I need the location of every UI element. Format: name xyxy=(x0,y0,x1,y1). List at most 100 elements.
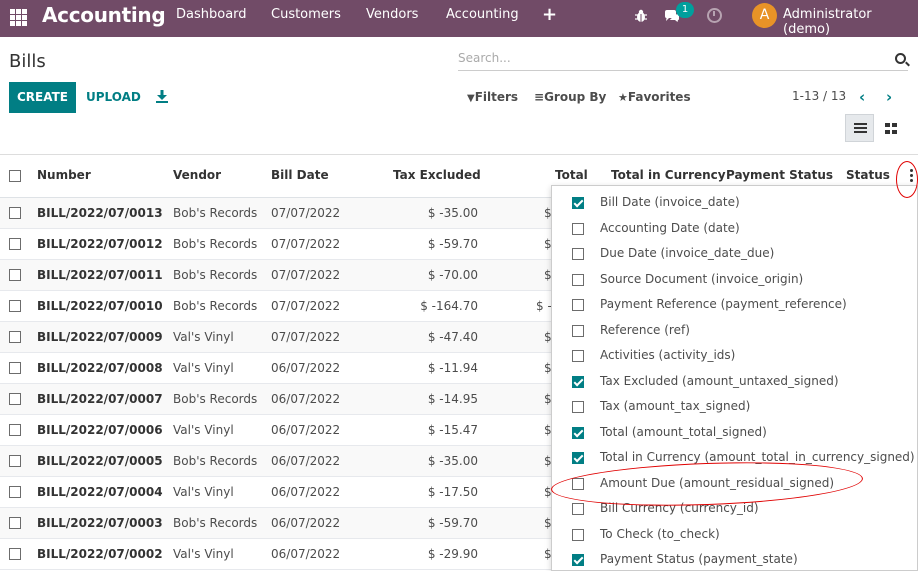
cell-vendor: Val's Vinyl xyxy=(173,547,234,561)
optional-column-checkbox[interactable] xyxy=(572,401,584,413)
row-checkbox[interactable] xyxy=(9,424,21,436)
cell-tax-excluded: $ -59.70 xyxy=(427,516,478,530)
menu-vendors[interactable]: Vendors xyxy=(366,7,418,22)
list-view-button[interactable] xyxy=(845,114,874,142)
header-total[interactable]: Total xyxy=(555,168,588,182)
cell-bill-date: 06/07/2022 xyxy=(271,361,341,375)
row-checkbox[interactable] xyxy=(9,269,21,281)
cell-tax-excluded: $ -59.70 xyxy=(427,237,478,251)
cell-number: BILL/2022/07/0004 xyxy=(37,485,163,499)
groupby-label: Group By xyxy=(544,90,607,104)
favorites-toggle[interactable]: ★Favorites xyxy=(618,90,691,104)
row-checkbox[interactable] xyxy=(9,548,21,560)
filters-label: Filters xyxy=(474,90,519,104)
bug-icon[interactable] xyxy=(634,9,648,23)
row-checkbox[interactable] xyxy=(9,331,21,343)
optional-column-item[interactable]: Total (amount_total_signed) xyxy=(552,421,917,446)
menu-customers[interactable]: Customers xyxy=(271,7,341,22)
header-status[interactable]: Status xyxy=(846,168,890,182)
plus-icon[interactable]: + xyxy=(542,4,557,25)
cell-tax-excluded: $ -70.00 xyxy=(427,268,478,282)
page-title: Bills xyxy=(9,51,46,72)
optional-column-label: Total (amount_total_signed) xyxy=(600,424,767,439)
optional-column-label: Payment Reference (payment_reference) xyxy=(600,297,847,311)
cell-vendor: Val's Vinyl xyxy=(173,423,234,437)
search-icon[interactable] xyxy=(895,53,906,64)
optional-column-checkbox[interactable] xyxy=(572,324,584,337)
row-checkbox[interactable] xyxy=(9,362,21,374)
row-checkbox[interactable] xyxy=(9,238,21,250)
row-checkbox[interactable] xyxy=(9,455,21,467)
avatar[interactable]: A xyxy=(752,3,777,28)
optional-column-checkbox[interactable] xyxy=(572,503,584,515)
optional-column-item[interactable]: To Check (to_check) xyxy=(552,523,917,548)
cell-vendor: Bob's Records xyxy=(173,268,258,282)
row-checkbox[interactable] xyxy=(9,486,21,498)
optional-column-checkbox[interactable] xyxy=(572,528,584,541)
cell-number: BILL/2022/07/0002 xyxy=(37,547,163,561)
header-number[interactable]: Number xyxy=(37,168,91,182)
header-tax-excluded[interactable]: Tax Excluded xyxy=(393,168,481,182)
pager-value[interactable]: 1-13 / 13 xyxy=(792,89,846,103)
cell-vendor: Val's Vinyl xyxy=(173,485,234,499)
optional-column-checkbox[interactable] xyxy=(572,197,584,209)
optional-column-checkbox[interactable] xyxy=(572,248,584,260)
favorites-label: Favorites xyxy=(627,90,691,104)
search-input[interactable] xyxy=(458,49,878,67)
kanban-view-button[interactable] xyxy=(876,114,905,142)
cell-tax-excluded: $ -11.94 xyxy=(427,361,478,375)
optional-column-item[interactable]: Accounting Date (date) xyxy=(552,217,917,242)
kanban-icon xyxy=(885,123,897,134)
apps-menu-icon[interactable] xyxy=(10,9,27,26)
optional-column-item[interactable]: Due Date (invoice_date_due) xyxy=(552,242,917,267)
row-checkbox[interactable] xyxy=(9,517,21,529)
create-button[interactable]: CREATE xyxy=(9,82,76,113)
row-checkbox[interactable] xyxy=(9,300,21,312)
cell-tax-excluded: $ -14.95 xyxy=(427,392,478,406)
optional-column-item[interactable]: Payment Reference (payment_reference) xyxy=(552,293,917,318)
optional-column-checkbox[interactable] xyxy=(572,426,584,439)
cell-number: BILL/2022/07/0010 xyxy=(37,299,163,313)
optional-column-item[interactable]: Reference (ref) xyxy=(552,319,917,344)
cell-bill-date: 07/07/2022 xyxy=(271,268,341,282)
optional-column-item[interactable]: Payment Status (payment_state) xyxy=(552,548,917,570)
upload-button[interactable]: UPLOAD xyxy=(86,90,141,104)
header-bill-date[interactable]: Bill Date xyxy=(271,168,329,182)
optional-column-checkbox[interactable] xyxy=(572,375,584,388)
optional-column-checkbox[interactable] xyxy=(572,350,584,362)
menu-accounting[interactable]: Accounting xyxy=(446,7,519,22)
cell-number: BILL/2022/07/0013 xyxy=(37,206,163,220)
user-menu[interactable]: Administrator (demo) xyxy=(783,7,918,37)
optional-column-item[interactable]: Tax Excluded (amount_untaxed_signed) xyxy=(552,370,917,395)
app-brand[interactable]: Accounting xyxy=(42,3,166,27)
header-payment-status[interactable]: Payment Status xyxy=(726,168,833,182)
optional-column-checkbox[interactable] xyxy=(572,273,584,286)
activity-clock-icon[interactable] xyxy=(707,8,722,23)
cell-number: BILL/2022/07/0005 xyxy=(37,454,163,468)
filters-toggle[interactable]: ▼Filters xyxy=(467,90,518,104)
cell-number: BILL/2022/07/0006 xyxy=(37,423,163,437)
groupby-toggle[interactable]: ≡Group By xyxy=(534,90,606,104)
optional-column-checkbox[interactable] xyxy=(572,222,584,235)
optional-column-label: Accounting Date (date) xyxy=(600,220,740,235)
cell-vendor: Bob's Records xyxy=(173,516,258,530)
optional-column-item[interactable]: Source Document (invoice_origin) xyxy=(552,268,917,293)
pager-previous-icon[interactable]: ‹ xyxy=(859,88,865,106)
row-checkbox[interactable] xyxy=(9,207,21,219)
row-checkbox[interactable] xyxy=(9,393,21,405)
list-icon xyxy=(854,123,867,134)
optional-column-label: Activities (activity_ids) xyxy=(600,348,736,362)
optional-column-item[interactable]: Tax (amount_tax_signed) xyxy=(552,395,917,420)
header-total-in-currency[interactable]: Total in Currency xyxy=(611,168,726,182)
optional-column-checkbox[interactable] xyxy=(572,554,584,566)
optional-column-checkbox[interactable] xyxy=(572,299,584,311)
download-icon[interactable] xyxy=(156,90,168,103)
header-vendor[interactable]: Vendor xyxy=(173,168,221,182)
optional-column-checkbox[interactable] xyxy=(572,452,584,464)
optional-column-item[interactable]: Bill Date (invoice_date) xyxy=(552,191,917,216)
menu-dashboard[interactable]: Dashboard xyxy=(176,7,247,22)
cell-number: BILL/2022/07/0012 xyxy=(37,237,163,251)
pager-next-icon[interactable]: › xyxy=(886,88,892,106)
optional-column-item[interactable]: Activities (activity_ids) xyxy=(552,344,917,369)
select-all-checkbox[interactable] xyxy=(9,170,21,182)
